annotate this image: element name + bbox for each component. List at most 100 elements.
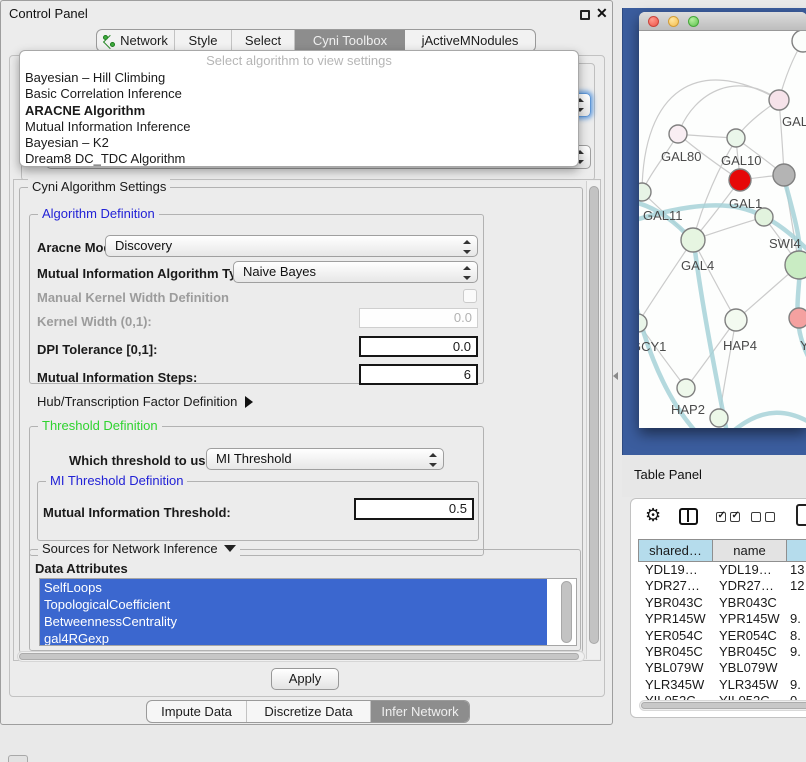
network-window-titlebar[interactable]: [639, 12, 806, 31]
network-view-window: GAL GAL80 GAL10 GAL1 GAL11 SWI4 GAL4 HAP…: [639, 12, 806, 428]
window-title: Control Panel: [9, 6, 88, 21]
zoom-traffic-light-icon[interactable]: [688, 16, 699, 27]
node-gal[interactable]: [769, 90, 789, 110]
manual-kernel-checkbox[interactable]: [463, 289, 477, 303]
network-canvas[interactable]: GAL GAL80 GAL10 GAL1 GAL11 SWI4 GAL4 HAP…: [639, 31, 806, 428]
which-threshold-label: Which threshold to use:: [69, 453, 217, 468]
attribute-item-selected[interactable]: TopologicalCoefficient: [40, 596, 547, 613]
algorithm-option[interactable]: Basic Correlation Inference: [20, 86, 578, 102]
float-window-icon[interactable]: [580, 10, 590, 20]
algorithm-option[interactable]: Mutual Information Inference: [20, 119, 578, 135]
node-label: GCY1: [639, 339, 666, 354]
algorithm-option[interactable]: Dream8 DC_TDC Algorithm: [20, 151, 578, 167]
mi-steps-label: Mutual Information Steps:: [37, 370, 197, 385]
tab-impute-data[interactable]: Impute Data: [147, 701, 247, 722]
cell: YDL19…: [712, 562, 786, 578]
hub-definition-toggle[interactable]: Hub/Transcription Factor Definition: [37, 394, 253, 409]
close-window-icon[interactable]: ✕: [596, 5, 608, 22]
table-row[interactable]: YER054C YER054C 8.: [638, 628, 806, 644]
scrollbar-thumb[interactable]: [641, 702, 806, 709]
show-columns-icon[interactable]: [679, 508, 698, 525]
tab-label: Infer Network: [381, 704, 458, 719]
column-header-cut[interactable]: [787, 540, 806, 561]
node[interactable]: [792, 31, 806, 52]
deselect-all-columns-icon[interactable]: [751, 512, 775, 522]
unchecked-box-icon: [765, 512, 775, 522]
hub-definition-label: Hub/Transcription Factor Definition: [37, 394, 237, 409]
table-row[interactable]: YLR345W YLR345W 9.: [638, 677, 806, 693]
aracne-mode-combo[interactable]: Discovery: [105, 235, 478, 257]
node-label: SWI4: [769, 236, 801, 251]
cell: YBR043C: [712, 595, 786, 611]
node-green-large[interactable]: [785, 251, 806, 279]
node[interactable]: [710, 409, 728, 427]
cell: YDR27…: [712, 578, 786, 594]
table-row[interactable]: YDL19… YDL19… 13: [638, 562, 806, 578]
data-attributes-list[interactable]: SelfLoops TopologicalCoefficient Between…: [39, 578, 577, 646]
table-row[interactable]: YPR145W YPR145W 9.: [638, 611, 806, 627]
cell: 9.: [786, 677, 806, 693]
dpi-tolerance-field[interactable]: 0.0: [359, 336, 478, 357]
apply-button[interactable]: Apply: [271, 668, 339, 690]
algorithm-option[interactable]: Bayesian – Hill Climbing: [20, 70, 578, 86]
tab-network[interactable]: Network: [97, 30, 175, 51]
node-gray[interactable]: [773, 164, 795, 186]
scrollbar-thumb[interactable]: [589, 186, 599, 644]
minimized-panel-chip[interactable]: [8, 755, 28, 762]
gear-icon[interactable]: ⚙: [645, 505, 661, 526]
splitter-arrow-icon[interactable]: [613, 372, 618, 380]
node-gal10[interactable]: [727, 129, 745, 147]
node-gal11[interactable]: [639, 183, 651, 201]
algorithm-option-selected[interactable]: ARACNE Algorithm: [20, 103, 578, 119]
mi-threshold-field[interactable]: 0.5: [354, 498, 474, 520]
mi-type-combo[interactable]: Naive Bayes: [233, 261, 478, 283]
tab-discretize-data[interactable]: Discretize Data: [247, 701, 371, 722]
import-table-icon[interactable]: [796, 504, 806, 526]
tab-select[interactable]: Select: [232, 30, 295, 51]
node-gal80[interactable]: [669, 125, 687, 143]
select-all-columns-icon[interactable]: [716, 512, 740, 522]
minimize-traffic-light-icon[interactable]: [668, 16, 679, 27]
node-hap2[interactable]: [677, 379, 695, 397]
cell: YDL19…: [638, 562, 712, 578]
algorithm-option[interactable]: Bayesian – K2: [20, 135, 578, 151]
table-row[interactable]: YBL079W YBL079W: [638, 660, 806, 676]
table-horizontal-scrollbar[interactable]: [639, 700, 806, 711]
tab-style[interactable]: Style: [175, 30, 232, 51]
cell: 12: [786, 578, 806, 594]
column-header-name[interactable]: name: [713, 540, 787, 561]
settings-horizontal-scrollbar[interactable]: [17, 651, 585, 662]
mi-steps-field[interactable]: 6: [359, 364, 478, 385]
tab-cyni-toolbox[interactable]: Cyni Toolbox: [295, 30, 405, 51]
node-gcy1[interactable]: [639, 314, 647, 332]
tab-infer-network[interactable]: Infer Network: [371, 701, 469, 722]
column-header-shared-name[interactable]: shared…: [639, 540, 713, 561]
group-title: Threshold Definition: [38, 418, 162, 433]
cell: 9.: [786, 611, 806, 627]
table-panel-title: Table Panel: [634, 467, 702, 482]
attribute-item-selected[interactable]: gal4RGexp: [40, 630, 547, 646]
tab-jactivemnodules[interactable]: jActiveMNodules: [405, 30, 535, 51]
table-row[interactable]: YDR27… YDR27… 12: [638, 578, 806, 594]
node-hap4[interactable]: [725, 309, 747, 331]
unchecked-box-icon: [751, 512, 761, 522]
attribute-item-selected[interactable]: BetweennessCentrality: [40, 613, 547, 630]
popup-placeholder: Select algorithm to view settings: [20, 53, 578, 70]
table-row[interactable]: YBR043C YBR043C: [638, 595, 806, 611]
node-gal4[interactable]: [681, 228, 705, 252]
scrollbar-thumb[interactable]: [19, 653, 579, 660]
attribute-item-selected[interactable]: SelfLoops: [40, 579, 547, 596]
aracne-mode-value: Discovery: [115, 238, 172, 253]
list-scrollbar-thumb[interactable]: [561, 581, 572, 643]
cell: YPR145W: [638, 611, 712, 627]
node-gal1-selected[interactable]: [729, 169, 751, 191]
node-salmon[interactable]: [789, 308, 806, 328]
close-traffic-light-icon[interactable]: [648, 16, 659, 27]
which-threshold-combo[interactable]: MI Threshold: [206, 448, 444, 470]
dpi-tolerance-label: DPI Tolerance [0,1]:: [37, 342, 157, 357]
kernel-width-field[interactable]: 0.0: [359, 308, 478, 328]
settings-vertical-scrollbar[interactable]: [586, 181, 600, 659]
checked-box-icon: [716, 512, 726, 522]
table-row[interactable]: YBR045C YBR045C 9.: [638, 644, 806, 660]
sources-title-toggle[interactable]: Sources for Network Inference: [38, 541, 240, 556]
